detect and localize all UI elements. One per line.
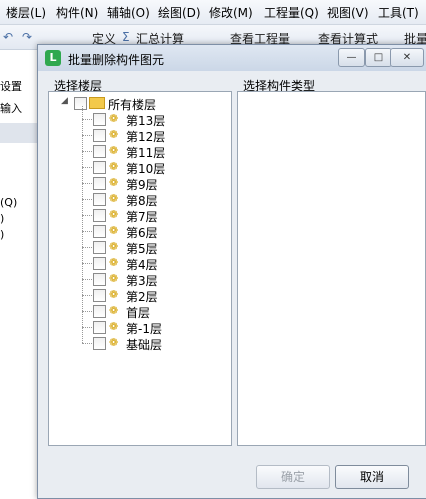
- menu-bar: 楼层(L) 构件(N) 辅轴(O) 绘图(D) 修改(M) 工程量(Q) 视图(…: [0, 0, 426, 25]
- tree-branch-line: [82, 215, 92, 216]
- menu-modify[interactable]: 修改(M): [209, 4, 253, 21]
- floor-icon: ❁: [109, 240, 119, 253]
- tree-branch-line: [82, 167, 92, 168]
- tree-floor-item[interactable]: ❁ 第7层: [93, 207, 213, 224]
- undo-icon[interactable]: ↶: [3, 30, 13, 44]
- tree-floor-item[interactable]: ❁ 第9层: [93, 175, 213, 192]
- tree-floor-item[interactable]: ❁ 第6层: [93, 223, 213, 240]
- floor-checkbox[interactable]: [93, 177, 106, 190]
- tree-floor-item[interactable]: ❁ 第8层: [93, 191, 213, 208]
- redo-icon[interactable]: ↷: [22, 30, 32, 44]
- floor-icon: ❁: [109, 192, 119, 205]
- floor-checkbox[interactable]: [93, 337, 106, 350]
- floor-icon: ❁: [109, 304, 119, 317]
- floor-icon: ❁: [109, 176, 119, 189]
- tree-branch-line: [82, 279, 92, 280]
- tree-floor-item[interactable]: ❁ 第3层: [93, 271, 213, 288]
- floor-checkbox[interactable]: [93, 193, 106, 206]
- tree-branch-line: [82, 199, 92, 200]
- panel-strip: [0, 123, 40, 143]
- floor-label: 基础层: [126, 338, 163, 352]
- floor-checkbox[interactable]: [93, 241, 106, 254]
- menu-draw[interactable]: 绘图(D): [158, 4, 201, 21]
- left-panel: 设置 输入 (Q) ) ): [0, 50, 41, 497]
- tree-branch-line: [82, 247, 92, 248]
- menu-quantity[interactable]: 工程量(Q): [264, 4, 319, 21]
- tree-floor-item[interactable]: ❁ 首层: [93, 303, 213, 320]
- floor-checkbox[interactable]: [93, 129, 106, 142]
- floor-checkbox[interactable]: [93, 209, 106, 222]
- floor-icon: ❁: [109, 272, 119, 285]
- cancel-button[interactable]: 取消: [335, 465, 409, 489]
- floor-icon: ❁: [109, 336, 119, 349]
- component-type-list[interactable]: [237, 91, 426, 446]
- tree-floor-item[interactable]: ❁ 第-1层: [93, 319, 213, 336]
- floor-icon: ❁: [109, 160, 119, 173]
- floor-checkbox[interactable]: [93, 273, 106, 286]
- floor-icon: ❁: [109, 144, 119, 157]
- floor-checkbox[interactable]: [93, 161, 106, 174]
- tree-branch-line: [82, 135, 92, 136]
- tree-floor-item[interactable]: ❁ 第13层: [93, 111, 213, 128]
- floor-icon: ❁: [109, 256, 119, 269]
- minimize-button[interactable]: —: [338, 48, 365, 67]
- floor-icon: ❁: [109, 320, 119, 333]
- floor-checkbox[interactable]: [93, 225, 106, 238]
- floor-tree[interactable]: ◢ 所有楼层 ❁ 第13层 ❁ 第12层 ❁ 第11层 ❁ 第10层 ❁ 第9层 ❁ 第8层 ❁ 第7层 ❁…: [48, 91, 232, 446]
- menu-view[interactable]: 视图(V): [327, 4, 369, 21]
- app-icon: L: [45, 50, 61, 66]
- tree-branch-line: [82, 295, 92, 296]
- tree-branch-line: [82, 327, 92, 328]
- tree-floor-item[interactable]: ❁ 基础层: [93, 335, 213, 352]
- tree-floor-item[interactable]: ❁ 第2层: [93, 287, 213, 304]
- input-label[interactable]: 输入: [0, 100, 22, 116]
- menu-tools[interactable]: 工具(T): [378, 4, 419, 21]
- dialog-title: 批量删除构件图元: [68, 53, 165, 67]
- tree-guide-line: [82, 106, 83, 343]
- dialog-titlebar[interactable]: L 批量删除构件图元 — □ ✕: [38, 45, 426, 71]
- settings-label[interactable]: 设置: [0, 78, 22, 94]
- floor-checkbox[interactable]: [93, 321, 106, 334]
- close-button[interactable]: ✕: [390, 48, 424, 67]
- collapse-icon[interactable]: ◢: [61, 96, 68, 106]
- root-checkbox[interactable]: [74, 97, 87, 110]
- menu-axis[interactable]: 辅轴(O): [107, 4, 150, 21]
- tree-branch-line: [82, 311, 92, 312]
- floor-icon: ❁: [109, 288, 119, 301]
- tree-floor-item[interactable]: ❁ 第12层: [93, 127, 213, 144]
- batch-delete-dialog: L 批量删除构件图元 — □ ✕ 选择楼层 选择构件类型 ◢ 所有楼层 ❁ 第13…: [37, 44, 426, 499]
- ok-button[interactable]: 确定: [256, 465, 330, 489]
- q-label: (Q): [0, 196, 18, 209]
- floor-icon: ❁: [109, 112, 119, 125]
- paren-label-1: ): [0, 212, 5, 225]
- tree-floor-item[interactable]: ❁ 第4层: [93, 255, 213, 272]
- menu-component[interactable]: 构件(N): [56, 4, 98, 21]
- floor-checkbox[interactable]: [93, 257, 106, 270]
- floor-checkbox[interactable]: [93, 305, 106, 318]
- tree-branch-line: [82, 183, 92, 184]
- menu-floor[interactable]: 楼层(L): [6, 4, 46, 21]
- maximize-button[interactable]: □: [365, 48, 392, 67]
- tree-floor-item[interactable]: ❁ 第10层: [93, 159, 213, 176]
- tree-branch-line: [82, 231, 92, 232]
- floor-checkbox[interactable]: [93, 145, 106, 158]
- folder-icon: [89, 97, 105, 109]
- tree-floor-item[interactable]: ❁ 第11层: [93, 143, 213, 160]
- sum-icon: Σ: [122, 30, 130, 44]
- tree-branch-line: [82, 343, 92, 344]
- tree-root[interactable]: ◢ 所有楼层: [61, 95, 211, 112]
- floor-checkbox[interactable]: [93, 113, 106, 126]
- tree-branch-line: [82, 263, 92, 264]
- paren-label-2: ): [0, 228, 5, 241]
- tree-branch-line: [82, 151, 92, 152]
- floor-icon: ❁: [109, 208, 119, 221]
- tree-floor-item[interactable]: ❁ 第5层: [93, 239, 213, 256]
- floor-icon: ❁: [109, 224, 119, 237]
- tree-branch-line: [82, 119, 92, 120]
- floor-checkbox[interactable]: [93, 289, 106, 302]
- floor-icon: ❁: [109, 128, 119, 141]
